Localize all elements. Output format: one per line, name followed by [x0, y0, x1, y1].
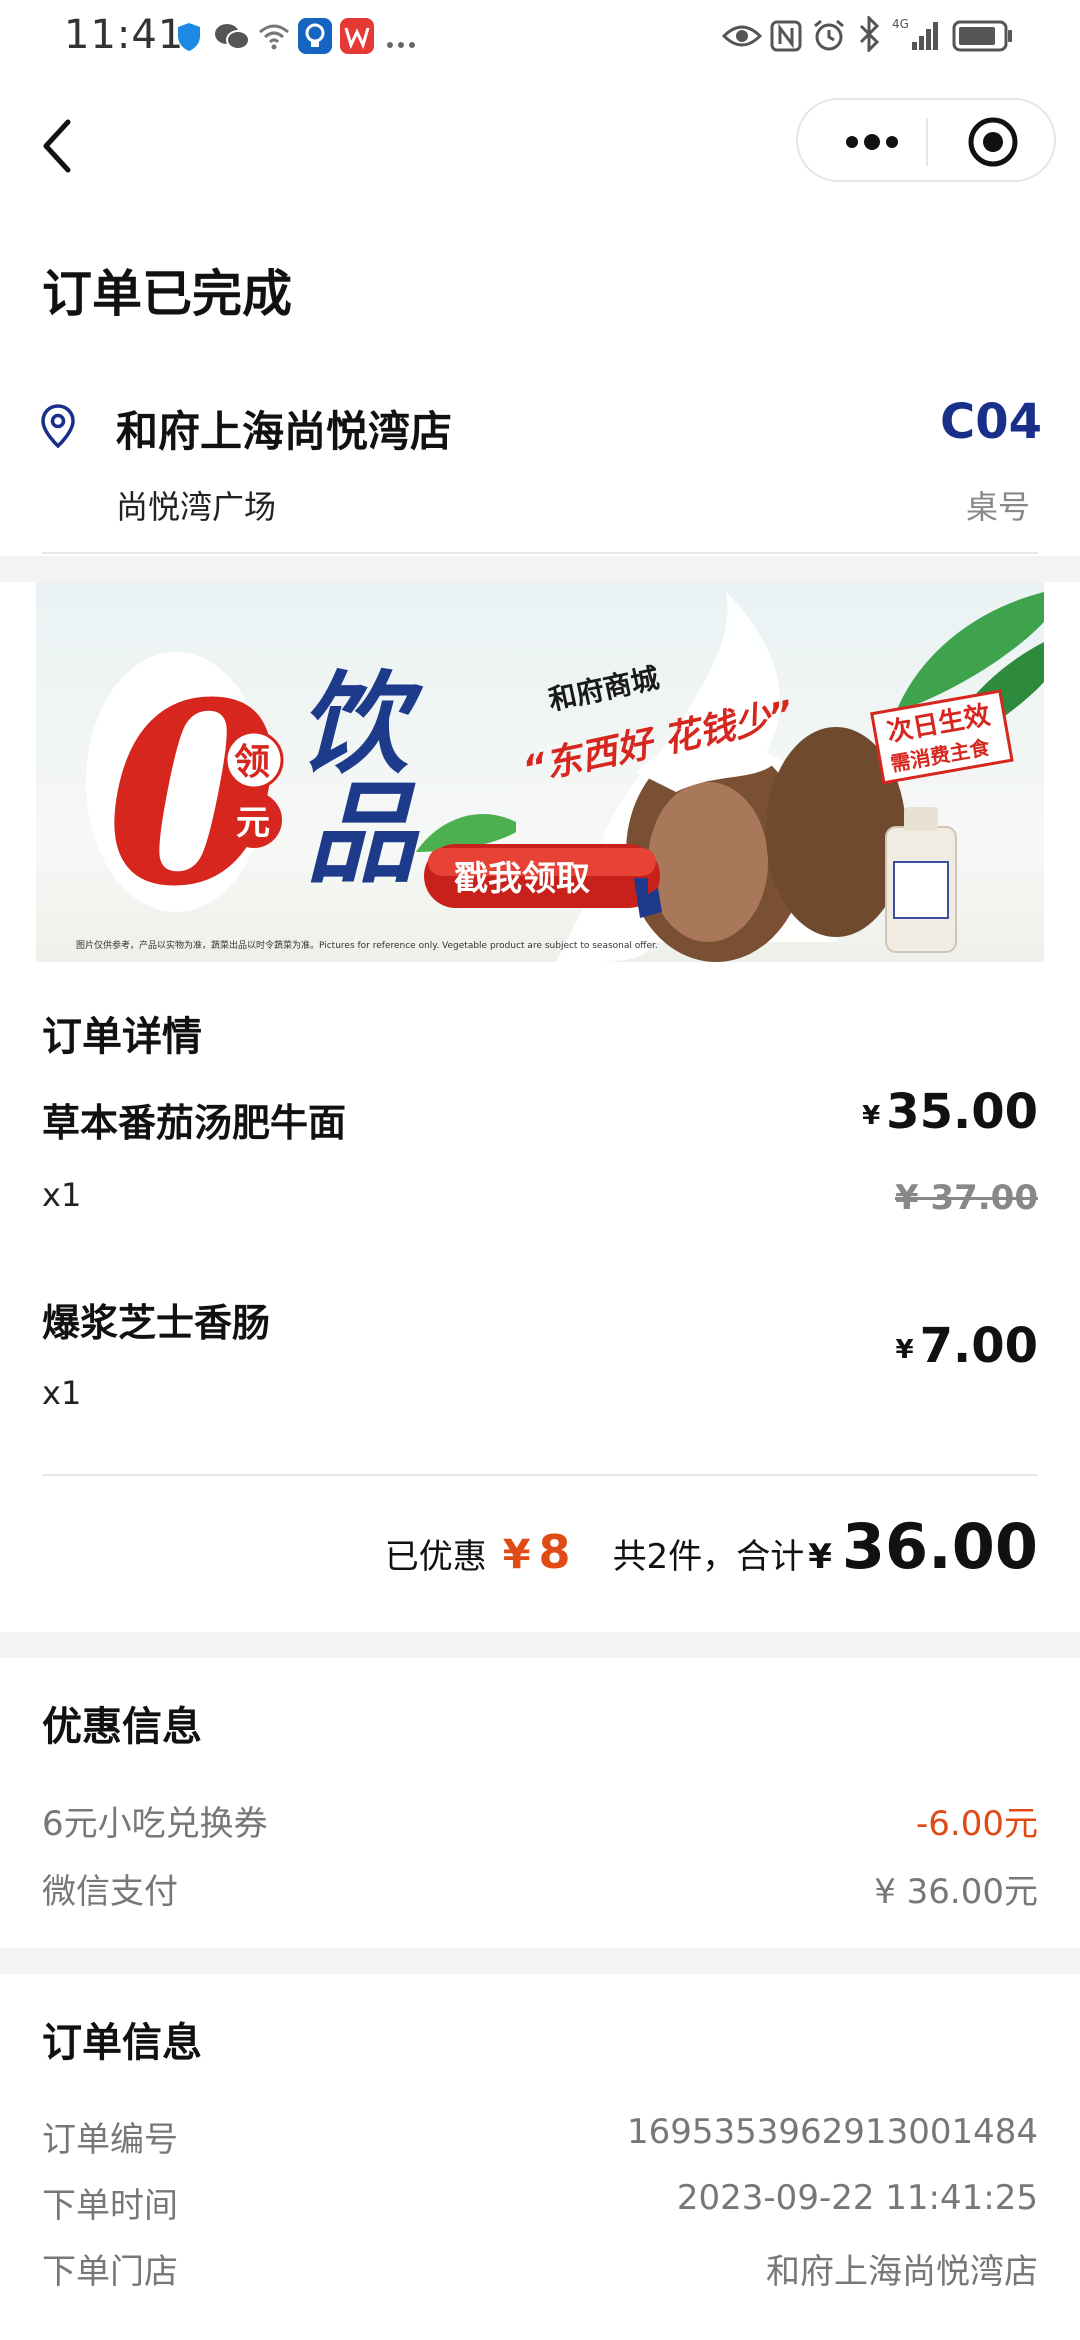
network-type: 4G: [892, 17, 909, 31]
banner-disclaimer: 图片仅供参考，产品以实物为准，蔬菜出品以时令蔬菜为准。Pictures for …: [76, 939, 658, 951]
bulb-app-icon: [298, 18, 332, 58]
item-count-label: 共2件，合计: [612, 1537, 805, 1577]
banner-claim-button: 戳我领取: [454, 859, 590, 899]
capsule-divider: [926, 118, 928, 166]
bluetooth-icon: [858, 14, 880, 56]
item-quantity: x1: [42, 1374, 82, 1412]
wifi-icon: [258, 22, 290, 54]
currency-symbol: ¥: [895, 1335, 914, 1365]
location-pin-icon: [40, 404, 76, 452]
item-price-value: 35.00: [886, 1084, 1038, 1140]
item-price: ¥35.00: [862, 1084, 1038, 1140]
wps-app-icon: [340, 18, 374, 58]
miniapp-capsule: [796, 98, 1056, 182]
item-name: 草本番茄汤肥牛面: [42, 1101, 347, 1145]
promo-banner-art: 0 领 元 饮 品 和府商城 “东西好 花钱少” 戳我领取 次日生效 需消费主食…: [76, 592, 1044, 962]
signal-icon: 4G: [890, 14, 942, 58]
store-name: 和府上海尚悦湾店: [116, 407, 453, 456]
info-label: 6元小吃兑换券: [42, 1804, 268, 1844]
section-gap: [0, 556, 1080, 582]
item-original-price: ¥ 37.00: [894, 1178, 1038, 1218]
order-total-row: 已优惠 ¥8 共2件，合计 ¥ 36.00: [385, 1510, 1038, 1590]
currency-symbol: ¥: [862, 1101, 881, 1131]
order-time: 2023-09-22 11:41:25: [676, 2178, 1038, 2218]
shield-icon: [176, 22, 202, 56]
target-close-icon: [968, 117, 1018, 167]
nfc-icon: [770, 20, 802, 56]
more-dots-icon: [846, 134, 898, 150]
close-miniapp-button[interactable]: [948, 112, 1038, 172]
item-name: 爆浆芝士香肠: [42, 1301, 271, 1345]
item-price: ¥7.00: [895, 1318, 1038, 1374]
divider: [42, 552, 1038, 554]
promo-banner[interactable]: 0 领 元 饮 品 和府商城 “东西好 花钱少” 戳我领取 次日生效 需消费主食…: [36, 582, 1044, 962]
discount-label: 已优惠: [384, 1537, 487, 1577]
section-gap: [0, 1632, 1080, 1658]
discount-info-title: 优惠信息: [42, 1704, 202, 1750]
store-area: 尚悦湾广场: [116, 488, 277, 526]
more-menu-button[interactable]: [826, 116, 918, 168]
chevron-left-icon: [43, 119, 71, 173]
order-details-title: 订单详情: [42, 1014, 202, 1060]
status-time: 11:41: [64, 12, 185, 58]
back-button[interactable]: [36, 116, 80, 176]
info-value: ¥ 36.00元: [874, 1872, 1038, 1912]
discount-amount: ¥8: [503, 1525, 571, 1579]
table-number: C04: [939, 394, 1042, 450]
order-number: 1695353962913001484: [626, 2112, 1038, 2152]
status-bar: 11:41 4G: [0, 0, 1080, 80]
item-quantity: x1: [42, 1176, 82, 1214]
banner-ling: 领: [234, 741, 270, 783]
banner-brand: 和府商城: [546, 661, 662, 717]
info-value: -6.00元: [916, 1804, 1038, 1844]
info-label: 下单门店: [42, 2252, 178, 2292]
wechat-icon: [214, 22, 250, 56]
info-label: 订单编号: [42, 2120, 178, 2160]
table-number-label: 桌号: [965, 488, 1030, 526]
info-label: 下单时间: [42, 2186, 178, 2226]
discount-value: 8: [538, 1525, 571, 1579]
item-price-value: 7.00: [919, 1318, 1038, 1374]
more-dots-icon: [386, 34, 416, 53]
section-gap: [0, 1948, 1080, 1974]
divider: [42, 1474, 1038, 1476]
banner-yuan: 元: [236, 803, 270, 843]
battery-icon: [952, 20, 1014, 56]
order-info-title: 订单信息: [42, 2020, 202, 2066]
total-amount: 36.00: [841, 1510, 1038, 1583]
info-label: 微信支付: [42, 1872, 178, 1912]
banner-drink-bottom: 品: [306, 769, 420, 898]
order-store: 和府上海尚悦湾店: [766, 2252, 1038, 2292]
alarm-icon: [812, 18, 846, 56]
total-currency: ¥: [808, 1537, 832, 1577]
page-title: 订单已完成: [42, 265, 292, 323]
eye-icon: [721, 22, 763, 54]
discount-currency: ¥: [502, 1532, 531, 1578]
